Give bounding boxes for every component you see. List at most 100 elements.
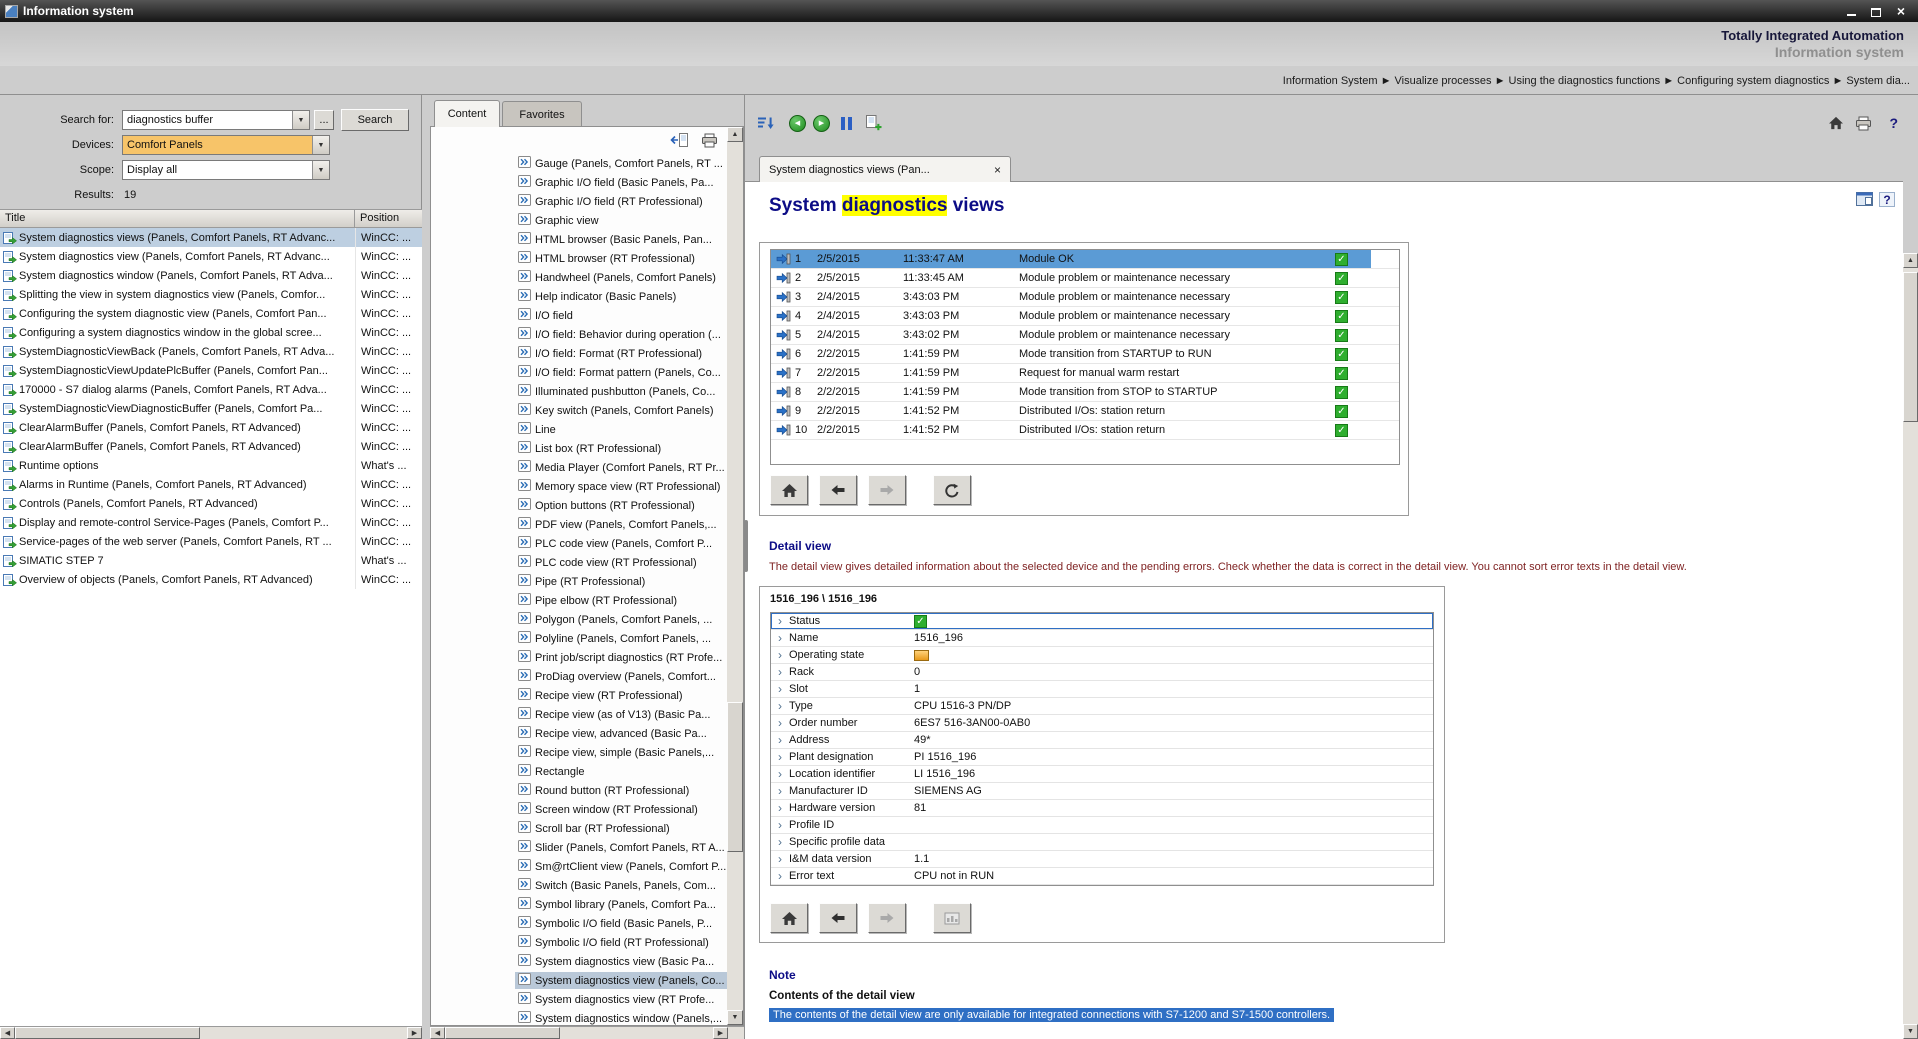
minimize-button[interactable] [1842,4,1860,19]
devices-combobox[interactable]: Comfort Panels [122,135,330,155]
toc-item[interactable]: Polygon (Panels, Comfort Panels, ... [431,610,727,629]
document-vertical-scrollbar[interactable] [1903,253,1918,1039]
property-row[interactable]: Operating state [771,647,1433,664]
scroll-left-button[interactable] [0,1027,15,1039]
close-button[interactable]: × [1892,4,1910,19]
home-icon[interactable] [1828,113,1844,133]
expander-icon[interactable] [771,750,789,764]
breadcrumb[interactable]: Information System ► Visualize processes… [1283,75,1910,87]
alarm-row[interactable]: 8 2/2/2015 1:41:59 PM Mode transition fr… [771,383,1399,402]
scrollbar-track[interactable] [727,142,743,1010]
diagnostics-export-button[interactable] [933,903,971,933]
forward-icon[interactable] [813,113,830,133]
back-icon[interactable] [789,113,806,133]
toc-item[interactable]: Recipe view, advanced (Basic Pa... [431,724,727,743]
toc-item[interactable]: Pipe (RT Professional) [431,572,727,591]
toc-item[interactable]: I/O field: Format (RT Professional) [431,344,727,363]
document-tab[interactable]: System diagnostics views (Pan... × [759,156,1011,182]
property-row[interactable]: Manufacturer ID SIEMENS AG [771,783,1433,800]
expander-icon[interactable] [771,716,789,730]
scroll-up-button[interactable] [1903,253,1918,268]
search-result-row[interactable]: SIMATIC STEP 7 What's ... [0,551,422,570]
search-result-row[interactable]: 170000 - S7 dialog alarms (Panels, Comfo… [0,380,422,399]
toc-item[interactable]: Line [431,420,727,439]
toc-horizontal-scrollbar[interactable] [430,1026,728,1039]
column-header-title[interactable]: Title [0,210,355,228]
toc-item[interactable]: Polyline (Panels, Comfort Panels, ... [431,629,727,648]
toc-item[interactable]: HTML browser (RT Professional) [431,249,727,268]
dropdown-arrow-icon[interactable] [312,161,329,179]
panel-splitter-handle[interactable] [744,520,748,572]
scrollbar-thumb[interactable] [1903,272,1918,422]
expander-icon[interactable] [771,631,789,645]
property-row[interactable]: Location identifier LI 1516_196 [771,766,1433,783]
tab-close-icon[interactable]: × [994,163,1001,177]
property-row[interactable]: I&M data version 1.1 [771,851,1433,868]
toc-item[interactable]: Recipe view (RT Professional) [431,686,727,705]
search-result-row[interactable]: Configuring a system diagnostics window … [0,323,422,342]
toc-item[interactable]: Media Player (Comfort Panels, RT Pr... [431,458,727,477]
property-row[interactable]: Slot 1 [771,681,1433,698]
search-query-value[interactable]: diagnostics buffer [123,111,292,129]
toc-item[interactable]: System diagnostics window (Panels,... [431,1009,727,1025]
expander-icon[interactable] [771,682,789,696]
home-button[interactable] [770,475,808,505]
search-result-row[interactable]: ClearAlarmBuffer (Panels, Comfort Panels… [0,418,422,437]
pause-icon[interactable] [841,113,852,133]
search-result-row[interactable]: SystemDiagnosticViewUpdatePlcBuffer (Pan… [0,361,422,380]
search-button[interactable]: Search [341,109,409,131]
tab-favorites[interactable]: Favorites [502,101,582,127]
scrollbar-thumb[interactable] [15,1027,200,1039]
toc-item[interactable]: Key switch (Panels, Comfort Panels) [431,401,727,420]
toc-item[interactable]: List box (RT Professional) [431,439,727,458]
toc-vertical-scrollbar[interactable] [727,127,743,1025]
toc-item[interactable]: Slider (Panels, Comfort Panels, RT A... [431,838,727,857]
toc-item[interactable]: Graphic I/O field (Basic Panels, Pa... [431,173,727,192]
tab-content[interactable]: Content [434,100,500,127]
sort-icon[interactable] [757,113,776,133]
scroll-up-button[interactable] [727,127,743,142]
scrollbar-thumb[interactable] [727,702,743,852]
search-result-row[interactable]: Alarms in Runtime (Panels, Comfort Panel… [0,475,422,494]
home-button[interactable] [770,903,808,933]
scrollbar-track[interactable] [560,1027,713,1039]
refresh-button[interactable] [933,475,971,505]
toc-item[interactable]: System diagnostics view (Panels, Co... [431,971,727,990]
browse-button[interactable]: ... [314,110,334,130]
scroll-right-button[interactable] [407,1027,422,1039]
property-row[interactable]: Plant designation PI 1516_196 [771,749,1433,766]
search-result-row[interactable]: Controls (Panels, Comfort Panels, RT Adv… [0,494,422,513]
back-button[interactable] [819,903,857,933]
toc-item[interactable]: I/O field: Format pattern (Panels, Co... [431,363,727,382]
add-favorite-page-icon[interactable] [865,113,882,133]
search-result-row[interactable]: SystemDiagnosticViewBack (Panels, Comfor… [0,342,422,361]
search-result-row[interactable]: Configuring the system diagnostic view (… [0,304,422,323]
maximize-button[interactable] [1867,4,1885,19]
toc-item[interactable]: Illuminated pushbutton (Panels, Co... [431,382,727,401]
property-row[interactable]: Name 1516_196 [771,630,1433,647]
toc-item[interactable]: Pipe elbow (RT Professional) [431,591,727,610]
dropdown-arrow-icon[interactable] [312,136,329,154]
expander-icon[interactable] [771,835,789,849]
dropdown-arrow-icon[interactable] [292,111,309,129]
scrollbar-track[interactable] [200,1027,407,1039]
scrollbar-track[interactable] [1903,268,1918,1024]
search-result-row[interactable]: ClearAlarmBuffer (Panels, Comfort Panels… [0,437,422,456]
search-result-row[interactable]: SystemDiagnosticViewDiagnosticBuffer (Pa… [0,399,422,418]
devices-value[interactable]: Comfort Panels [123,136,312,154]
search-result-row[interactable]: Display and remote-control Service-Pages… [0,513,422,532]
toc-item[interactable]: Handwheel (Panels, Comfort Panels) [431,268,727,287]
search-horizontal-scrollbar[interactable] [0,1026,422,1039]
expander-icon[interactable] [771,699,789,713]
toc-item[interactable]: Recipe view (as of V13) (Basic Pa... [431,705,727,724]
sync-toc-icon[interactable] [669,132,688,148]
expander-icon[interactable] [771,818,789,832]
expander-icon[interactable] [771,852,789,866]
expander-icon[interactable] [771,869,789,883]
property-row[interactable]: Rack 0 [771,664,1433,681]
property-row[interactable]: Order number 6ES7 516-3AN00-0AB0 [771,715,1433,732]
toc-item[interactable]: I/O field [431,306,727,325]
scope-combobox[interactable]: Display all [122,160,330,180]
scroll-right-button[interactable] [713,1027,728,1039]
window-mini-icon[interactable] [1856,192,1873,209]
